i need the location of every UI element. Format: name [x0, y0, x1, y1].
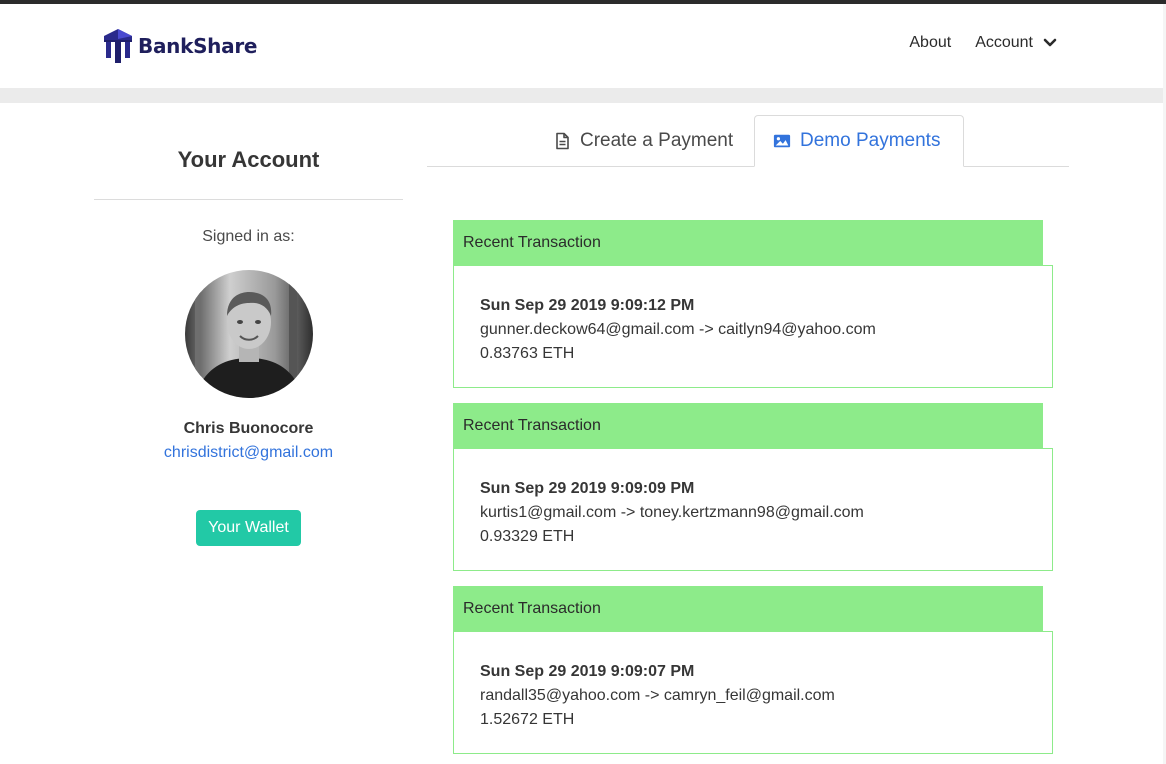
transaction-parties: kurtis1@gmail.com -> toney.kertzmann98@g… — [480, 504, 864, 521]
tab-create-payment-label: Create a Payment — [580, 130, 734, 151]
transaction-body: Sun Sep 29 2019 9:09:12 PM gunner.deckow… — [453, 265, 1053, 388]
transaction-card: Recent Transaction Sun Sep 29 2019 9:09:… — [453, 403, 1053, 571]
transaction-parties: gunner.deckow64@gmail.com -> caitlyn94@y… — [480, 321, 876, 338]
image-icon — [773, 134, 791, 148]
transaction-amount: 0.93329 ETH — [480, 528, 575, 545]
brand-logo[interactable]: BankShare — [102, 28, 257, 64]
transaction-header: Recent Transaction — [453, 220, 1043, 265]
chevron-down-icon — [1043, 38, 1057, 47]
transaction-amount: 1.52672 ETH — [480, 711, 575, 728]
user-email-link[interactable]: chrisdistrict@gmail.com — [94, 444, 403, 462]
transaction-header: Recent Transaction — [453, 403, 1043, 448]
transaction-date: Sun Sep 29 2019 9:09:07 PM — [480, 663, 695, 680]
nav-links: About Account — [909, 34, 1057, 52]
payment-tabs: Create a Payment Demo Payments — [427, 115, 1069, 167]
transaction-body: Sun Sep 29 2019 9:09:07 PM randall35@yah… — [453, 631, 1053, 754]
tab-demo-payments[interactable]: Demo Payments — [754, 115, 964, 167]
bank-logo-icon — [104, 29, 132, 63]
account-sidebar: Your Account Signed in as: Chris Buonoco… — [94, 103, 403, 546]
transaction-card: Recent Transaction Sun Sep 29 2019 9:09:… — [453, 586, 1053, 754]
transaction-amount: 0.83763 ETH — [480, 345, 575, 362]
user-name: Chris Buonocore — [183, 420, 314, 437]
sidebar-divider — [94, 199, 403, 200]
transaction-body: Sun Sep 29 2019 9:09:09 PM kurtis1@gmail… — [453, 448, 1053, 571]
transaction-date: Sun Sep 29 2019 9:09:12 PM — [480, 297, 695, 314]
navbar: BankShare About Account — [0, 4, 1163, 88]
brand-name: BankShare — [138, 34, 258, 58]
your-wallet-button[interactable]: Your Wallet — [196, 510, 301, 546]
avatar — [184, 270, 313, 398]
file-icon — [556, 132, 569, 150]
header-divider-strip — [0, 88, 1163, 103]
transaction-date: Sun Sep 29 2019 9:09:09 PM — [480, 480, 695, 497]
tab-create-payment[interactable]: Create a Payment — [553, 115, 733, 167]
transaction-parties: randall35@yahoo.com -> camryn_feil@gmail… — [480, 687, 835, 704]
nav-account-dropdown[interactable]: Account — [975, 34, 1057, 52]
avatar-photo-icon — [184, 270, 313, 398]
sidebar-title: Your Account — [177, 147, 320, 172]
nav-about-link[interactable]: About — [909, 34, 951, 52]
transaction-card: Recent Transaction Sun Sep 29 2019 9:09:… — [453, 220, 1053, 388]
tab-demo-payments-label: Demo Payments — [800, 130, 941, 151]
nav-account-label: Account — [975, 34, 1033, 51]
transaction-header: Recent Transaction — [453, 586, 1043, 631]
signed-in-label: Signed in as: — [202, 228, 295, 245]
